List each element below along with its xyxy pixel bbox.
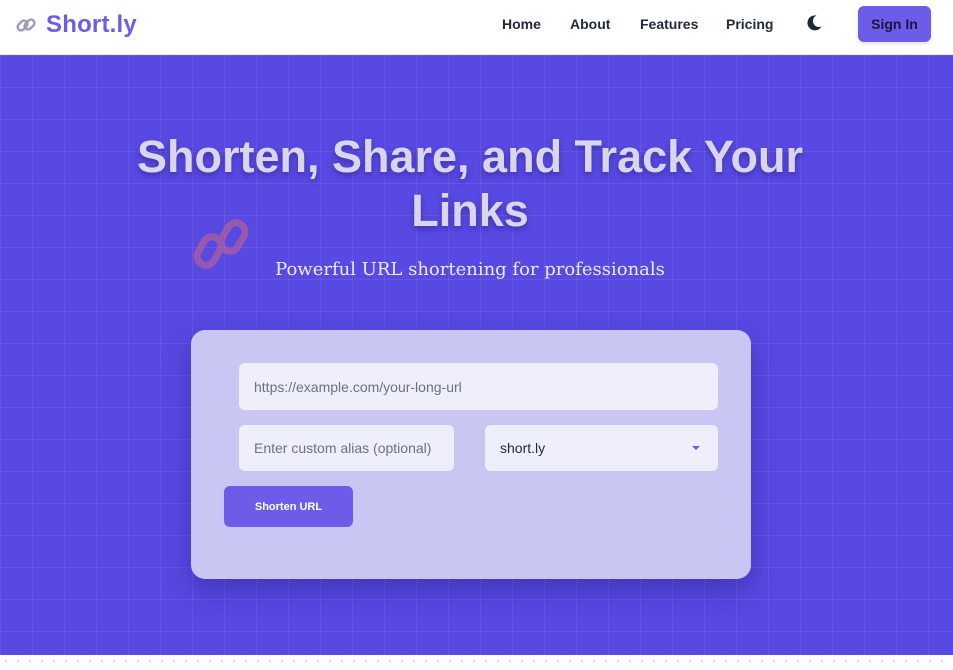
moon-icon <box>807 15 822 31</box>
chevron-down-icon <box>692 446 700 450</box>
sign-in-button[interactable]: Sign In <box>858 6 931 42</box>
hero-subtitle: Powerful URL shortening for professional… <box>275 259 665 280</box>
shorten-url-button[interactable]: Shorten URL <box>224 486 353 527</box>
domain-select[interactable]: short.ly <box>485 425 718 471</box>
domain-selected-value: short.ly <box>500 440 546 456</box>
navbar: Short.ly Home About Features Pricing Sig… <box>0 0 953 55</box>
page-footer-strip <box>0 655 953 670</box>
shorten-form: short.ly Shorten URL <box>191 330 751 579</box>
hero-title: Shorten, Share, and Track Your Links <box>136 131 804 236</box>
custom-alias-input[interactable] <box>239 425 454 471</box>
nav-pricing[interactable]: Pricing <box>726 16 773 32</box>
nav-home[interactable]: Home <box>502 16 541 32</box>
long-url-input[interactable] <box>239 363 718 410</box>
nav-about[interactable]: About <box>570 16 610 32</box>
theme-toggle[interactable] <box>804 13 824 33</box>
nav-features[interactable]: Features <box>640 16 698 32</box>
hero-section: Shorten, Share, and Track Your Links Pow… <box>0 55 953 655</box>
